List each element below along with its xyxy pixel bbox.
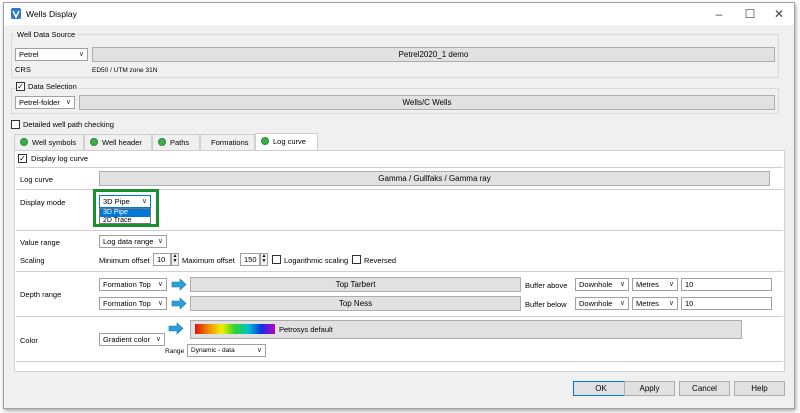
tab-bar: Well symbols Well header Paths Formation… [14,133,794,151]
data-selection-label: Data Selection [28,82,79,92]
folder-select[interactable]: Petrel-folder ∨ [15,96,75,109]
buffer-below-label: Buffer below [525,300,567,309]
formation-button[interactable]: Top Tarbert [190,277,521,292]
project-button[interactable]: Petrel2020_1 demo [92,47,775,62]
tab-log-curve[interactable]: Log curve [255,133,318,151]
color-scale-name: Petrosys default [279,325,333,334]
value-range-select[interactable]: Log data range ∨ [99,235,167,248]
log-curve-label: Log curve [20,175,53,184]
minimize-button[interactable]: – [704,3,734,25]
maximize-button[interactable]: ☐ [735,3,765,25]
display-mode-select[interactable]: 3D Pipe ∨ [99,195,151,208]
depth-type-select[interactable]: Formation Top ∨ [99,297,167,310]
wells-display-window: Wells Display – ☐ ✕ Well Data Source Pet… [3,2,795,409]
buffer-value-input[interactable]: 10 [681,278,772,291]
display-mode-label: Display mode [20,198,66,207]
buffer-value-input[interactable]: 10 [681,297,772,310]
min-offset-spinner[interactable]: ▲ ▼ [171,253,179,266]
reversed-label: Reversed [364,256,397,265]
divider [16,271,783,272]
title-bar: Wells Display – ☐ ✕ [4,3,794,25]
source-select[interactable]: Petrel ∨ [15,48,88,61]
divider [16,316,783,317]
depth-type-select[interactable]: Formation Top ∨ [99,278,167,291]
green-dot-icon [90,138,98,146]
min-offset-input[interactable]: 10 [153,253,171,266]
logarithmic-scaling-label: Logarithmic scaling [284,256,349,265]
depth-range-label: Depth range [20,290,62,299]
well-data-source-title: Well Data Source [15,30,78,40]
range-select[interactable]: Dynamic - data ∨ [187,344,266,357]
app-icon [11,8,21,19]
green-dot-icon [20,138,28,146]
dropdown-option-3d-pipe[interactable]: 3D Pipe [100,209,150,217]
formation-button[interactable]: Top Ness [190,296,521,311]
green-dot-icon [261,137,269,145]
green-dot-icon [158,138,166,146]
divider [16,167,783,168]
buffer-above-label: Buffer above [525,281,568,290]
arrow-right-icon[interactable] [171,297,187,310]
ok-button[interactable]: OK [573,381,629,396]
detailed-check-label: Detailed well path checking [23,120,114,129]
tab-formations[interactable]: Formations [200,134,255,150]
range-label: Range [165,348,185,355]
help-button[interactable]: Help [734,381,785,396]
display-log-curve-label: Display log curve [31,154,89,163]
logarithmic-scaling-checkbox[interactable] [272,255,281,264]
crs-value: ED50 / UTM zone 31N [92,67,158,74]
color-gradient-swatch [195,324,275,334]
max-offset-spinner[interactable]: ▲ ▼ [260,253,268,266]
close-button[interactable]: ✕ [764,3,794,25]
dropdown-option-2d-trace[interactable]: 2D Trace [100,217,150,223]
tab-paths[interactable]: Paths [152,134,200,150]
arrow-right-icon[interactable] [171,278,187,291]
window-title: Wells Display [26,9,77,19]
min-offset-label: Minimum offset [99,256,150,265]
color-label: Color [20,336,38,345]
arrow-right-icon[interactable] [168,322,184,335]
scaling-label: Scaling [20,256,45,265]
display-log-curve-checkbox[interactable]: ✓ [18,154,27,163]
display-mode-dropdown-list: 3D Pipe 2D Trace [99,208,151,224]
buffer-direction-select[interactable]: Downhole ∨ [575,297,629,310]
buffer-direction-select[interactable]: Downhole ∨ [575,278,629,291]
max-offset-input[interactable]: 150 [240,253,260,266]
apply-button[interactable]: Apply [624,381,675,396]
cancel-button[interactable]: Cancel [679,381,730,396]
tab-well-symbols[interactable]: Well symbols [14,134,84,150]
divider [16,361,783,362]
max-offset-label: Maximum offset [182,256,235,265]
color-scale-button[interactable]: Petrosys default [190,320,742,339]
tab-well-header[interactable]: Well header [84,134,152,150]
reversed-checkbox[interactable] [352,255,361,264]
buffer-unit-select[interactable]: Metres ∨ [632,278,678,291]
log-curve-button[interactable]: Gamma / Gullfaks / Gamma ray [99,171,770,186]
wells-button[interactable]: Wells/C Wells [79,95,775,110]
value-range-label: Value range [20,238,60,247]
color-mode-select[interactable]: Gradient color ∨ [99,333,165,346]
buffer-unit-select[interactable]: Metres ∨ [632,297,678,310]
detailed-check-checkbox[interactable] [11,120,20,129]
divider [16,230,783,231]
data-selection-checkbox[interactable]: ✓ [16,82,25,91]
crs-label: CRS [15,65,31,74]
